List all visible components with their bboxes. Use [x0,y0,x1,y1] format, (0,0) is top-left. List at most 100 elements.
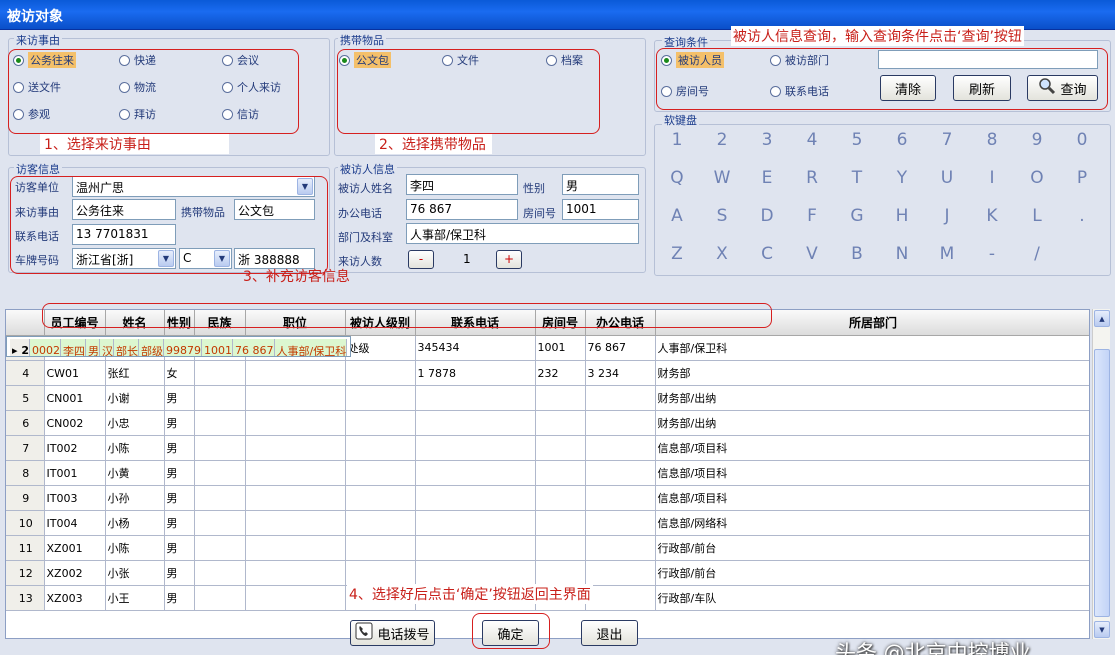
key-button[interactable]: 9 [1022,130,1052,150]
table-row[interactable]: 7IT002小陈男信息部/项目科 [6,436,1090,461]
table-cell[interactable]: 男 [164,511,194,536]
key-button[interactable]: / [1022,244,1052,264]
key-button[interactable]: I [977,168,1007,188]
table-cell[interactable]: 76 867 [233,339,275,357]
table-cell[interactable]: 0002 [30,339,61,357]
table-cell[interactable]: 小孙 [105,486,164,511]
key-button[interactable]: G [842,206,872,226]
table-cell[interactable] [585,386,655,411]
table-cell[interactable]: 男 [164,536,194,561]
table-cell[interactable]: 小陈 [105,536,164,561]
key-button[interactable]: 5 [842,130,872,150]
row-header[interactable]: 9 [6,486,44,511]
scroll-thumb[interactable] [1094,349,1110,617]
key-button[interactable]: Y [887,168,917,188]
row-header[interactable]: 4 [6,361,44,386]
table-cell[interactable]: XZ003 [44,586,105,611]
table-row[interactable]: 12XZ002小张男行政部/前台 [6,561,1090,586]
table-cell[interactable] [345,511,415,536]
table-row[interactable]: ▸ 20002李四男汉部长部级99879100176 867人事部/保卫科 [6,336,351,357]
key-button[interactable]: H [887,206,917,226]
table-cell[interactable]: 处级 [345,336,415,361]
table-cell[interactable] [245,386,345,411]
exit-button[interactable]: 退出 [581,620,638,646]
table-cell[interactable]: 男 [164,411,194,436]
table-cell[interactable] [585,586,655,611]
key-button[interactable]: L [1022,206,1052,226]
table-cell[interactable]: 345434 [415,336,535,361]
table-cell[interactable]: XZ002 [44,561,105,586]
table-cell[interactable]: 部级 [139,339,164,357]
table-cell[interactable] [194,536,245,561]
table-cell[interactable]: 男 [164,586,194,611]
row-header[interactable]: 12 [6,561,44,586]
table-cell[interactable]: 行政部/车队 [655,586,1090,611]
table-cell[interactable]: 信息部/项目科 [655,486,1090,511]
key-button[interactable]: 8 [977,130,1007,150]
row-header[interactable]: ▸ 2 [10,339,30,357]
key-button[interactable]: X [707,244,737,264]
key-button[interactable]: 3 [752,130,782,150]
table-cell[interactable] [535,436,585,461]
scroll-down-icon[interactable]: ▼ [1094,621,1110,638]
table-cell[interactable] [345,386,415,411]
table-cell[interactable] [585,436,655,461]
table-cell[interactable]: 男 [86,339,100,357]
table-cell[interactable] [245,536,345,561]
table-cell[interactable]: 99879 [164,339,202,357]
dept-field[interactable]: 人事部/保卫科 [406,223,639,244]
row-header[interactable]: 7 [6,436,44,461]
table-cell[interactable] [194,461,245,486]
table-cell[interactable] [194,586,245,611]
table-row[interactable]: 10IT004小杨男信息部/网络科 [6,511,1090,536]
table-row[interactable]: 9IT003小孙男 信息部/项目科 [6,486,1090,511]
table-cell[interactable] [245,461,345,486]
table-cell[interactable] [345,411,415,436]
table-cell[interactable]: 小陈 [105,436,164,461]
row-header[interactable]: 8 [6,461,44,486]
scroll-up-icon[interactable]: ▲ [1094,310,1110,327]
table-cell[interactable]: 232 [535,361,585,386]
table-row[interactable]: 4CW01张红女1 78782323 234财务部 [6,361,1090,386]
key-button[interactable]: 0 [1067,130,1097,150]
table-cell[interactable] [415,411,535,436]
key-button[interactable]: 6 [887,130,917,150]
table-cell[interactable] [535,461,585,486]
table-cell[interactable] [585,486,655,511]
table-cell[interactable]: 财务部/出纳 [655,411,1090,436]
room-field[interactable]: 1001 [562,199,639,220]
table-cell[interactable]: 男 [164,436,194,461]
table-cell[interactable]: 小忠 [105,411,164,436]
key-button[interactable]: Z [662,244,692,264]
table-cell[interactable]: 财务部 [655,361,1090,386]
table-cell[interactable]: 小王 [105,586,164,611]
key-button[interactable]: - [977,244,1007,264]
key-button[interactable]: P [1067,168,1097,188]
table-cell[interactable]: IT003 [44,486,105,511]
table-cell[interactable]: 信息部/项目科 [655,436,1090,461]
row-header[interactable]: 6 [6,411,44,436]
table-cell[interactable] [194,361,245,386]
table-cell[interactable]: 76 867 [585,336,655,361]
table-cell[interactable] [415,486,535,511]
table-cell[interactable] [245,411,345,436]
table-cell[interactable]: 男 [164,486,194,511]
table-cell[interactable] [415,561,535,586]
table-cell[interactable]: 男 [164,461,194,486]
table-cell[interactable]: 3 234 [585,361,655,386]
table-cell[interactable] [345,561,415,586]
table-cell[interactable]: XZ001 [44,536,105,561]
table-cell[interactable]: 信息部/网络科 [655,511,1090,536]
table-cell[interactable]: CN001 [44,386,105,411]
table-cell[interactable]: 行政部/前台 [655,561,1090,586]
table-cell[interactable] [415,461,535,486]
key-button[interactable]: J [932,206,962,226]
table-cell[interactable]: 部长 [114,339,139,357]
table-cell[interactable] [194,436,245,461]
table-row[interactable]: 5CN001小谢男财务部/出纳 [6,386,1090,411]
row-header[interactable]: 13 [6,586,44,611]
table-cell[interactable] [345,436,415,461]
table-cell[interactable] [415,536,535,561]
table-cell[interactable]: 小张 [105,561,164,586]
increment-button[interactable]: + [496,250,522,269]
